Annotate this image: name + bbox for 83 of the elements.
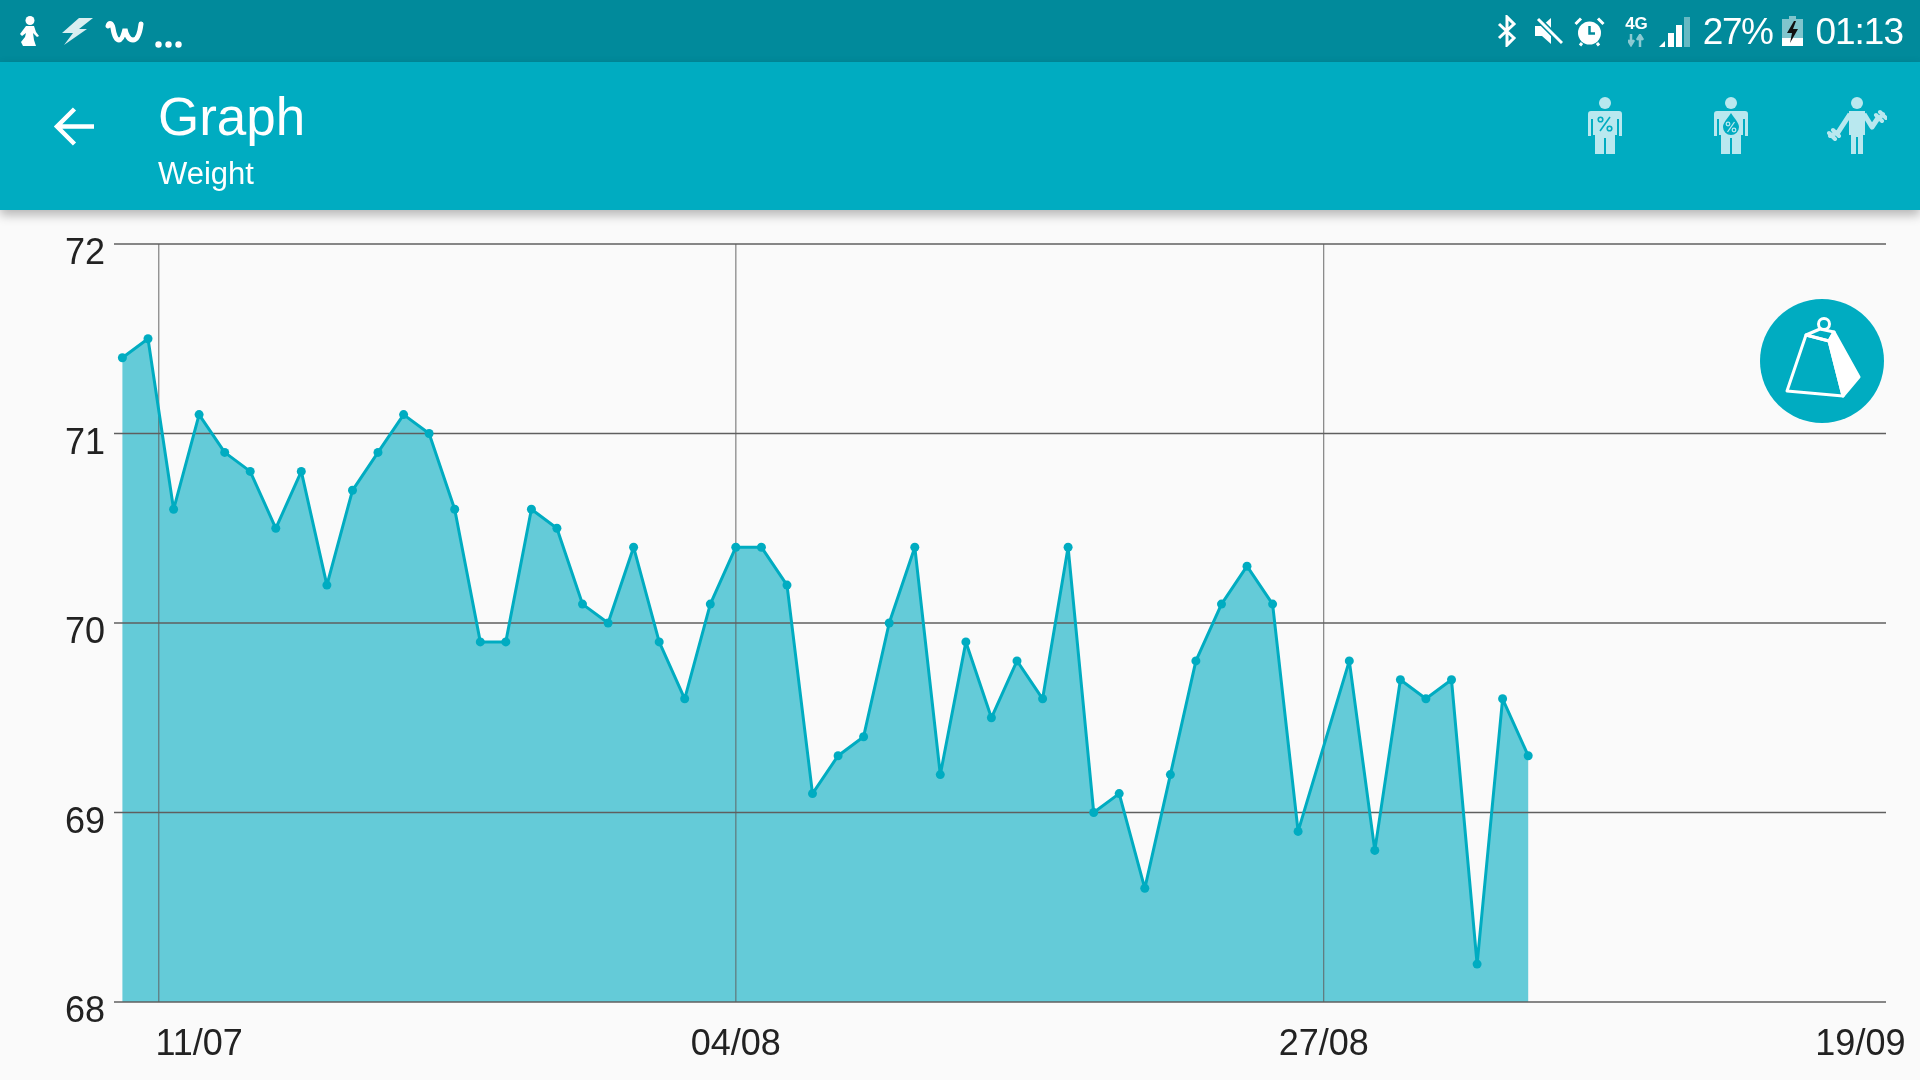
data-point [1370, 845, 1380, 855]
bluetooth-icon [1496, 15, 1519, 47]
data-point [756, 542, 766, 552]
data-point [322, 580, 332, 590]
battery-charging-icon [1782, 16, 1804, 46]
data-point [194, 410, 204, 420]
back-arrow-icon[interactable] [53, 106, 95, 147]
person-dumbbell-icon[interactable] [1827, 97, 1887, 154]
data-point [1421, 694, 1431, 704]
data-point [296, 466, 306, 476]
data-point [501, 637, 511, 647]
data-point [731, 542, 741, 552]
data-point [629, 542, 639, 552]
alarm-clock-icon [1574, 15, 1606, 47]
data-point [1063, 542, 1073, 552]
data-point [271, 523, 281, 533]
data-arrows-icon [1627, 34, 1646, 47]
data-point [399, 410, 409, 420]
lightning-icon [60, 17, 93, 45]
squiggle-logo-icon [105, 18, 145, 44]
data-point [1498, 694, 1508, 704]
data-point [526, 504, 536, 514]
data-point [552, 523, 562, 533]
y-axis-label: 69 [64, 799, 105, 841]
data-point [117, 353, 127, 363]
data-point [1114, 789, 1124, 799]
data-point [705, 599, 715, 609]
data-point [961, 637, 971, 647]
y-axis-label: 70 [64, 610, 105, 651]
data-point [1293, 826, 1303, 836]
clock-time: 01:13 [1815, 12, 1903, 50]
data-point [859, 732, 869, 742]
data-point [424, 429, 434, 438]
data-point [603, 618, 613, 628]
data-point [1217, 599, 1226, 609]
y-axis-label: 71 [64, 420, 105, 462]
x-axis-label: 11/07 [155, 1022, 243, 1063]
data-point [935, 770, 945, 780]
mute-icon [1534, 17, 1564, 45]
data-point [143, 334, 153, 344]
data-point [910, 542, 920, 552]
data-point [654, 637, 664, 647]
data-point [1472, 959, 1482, 969]
screen-subtitle: Weight [158, 158, 255, 189]
data-point [1140, 883, 1150, 893]
x-axis-label: 04/08 [690, 1022, 781, 1063]
data-point [782, 580, 792, 590]
data-point [475, 637, 485, 647]
overflow-dots-icon [155, 40, 182, 48]
person-icon [17, 16, 42, 46]
data-point [245, 466, 255, 476]
data-point [1038, 694, 1048, 704]
data-point [1447, 675, 1456, 685]
person-drop-icon[interactable] [1714, 97, 1748, 154]
data-point [680, 694, 690, 704]
data-point [220, 447, 230, 457]
x-axis-label: 27/08 [1278, 1022, 1369, 1063]
data-point [1089, 808, 1099, 817]
signal-bars-icon [1658, 15, 1690, 47]
data-point [578, 599, 587, 609]
network-type-label: 4G [1625, 15, 1648, 32]
data-point [348, 485, 357, 495]
weight-icon [1783, 316, 1861, 398]
data-point [884, 618, 894, 628]
data-point [1191, 656, 1201, 666]
data-point [1165, 770, 1175, 780]
data-point [833, 751, 843, 761]
data-point [1268, 599, 1278, 609]
data-point [373, 447, 383, 457]
data-point [986, 713, 996, 723]
data-point [169, 504, 179, 514]
data-point [808, 789, 817, 799]
data-point [450, 504, 460, 514]
person-percent-icon[interactable] [1588, 97, 1622, 154]
data-point [1523, 751, 1533, 761]
y-axis-label: 72 [64, 231, 105, 272]
battery-percent: 27% [1702, 12, 1773, 50]
data-point [1242, 561, 1252, 571]
data-point [1344, 656, 1354, 666]
data-point [1395, 675, 1405, 685]
data-point [1012, 656, 1022, 666]
y-axis-label: 68 [64, 989, 105, 1030]
x-axis-label: 19/09 [1815, 1022, 1906, 1063]
